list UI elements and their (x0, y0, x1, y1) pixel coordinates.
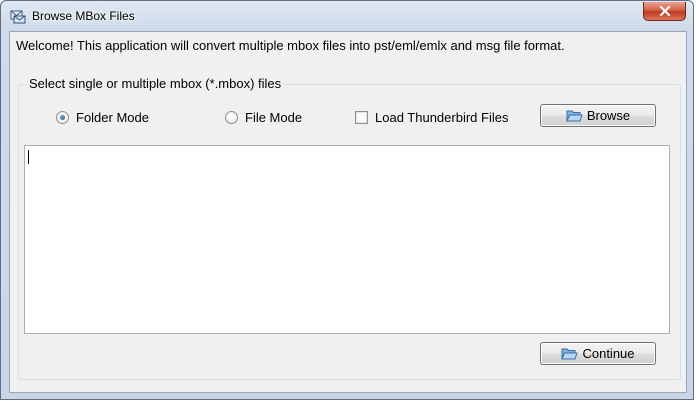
window-title: Browse MBox Files (32, 9, 135, 23)
close-icon (659, 6, 671, 16)
checkbox-unchecked-icon (355, 110, 368, 124)
radio-checked-icon (56, 110, 69, 124)
dialog-body: Welcome! This application will convert m… (9, 31, 687, 393)
browse-button[interactable]: Browse (540, 104, 656, 127)
load-thunderbird-label: Load Thunderbird Files (375, 109, 509, 125)
close-button[interactable] (643, 2, 686, 21)
folder-icon (566, 110, 583, 121)
file-mode-label: File Mode (245, 109, 303, 125)
folder-icon (561, 348, 579, 359)
browse-label: Browse (586, 108, 631, 123)
continue-label: Continue (582, 346, 635, 361)
load-thunderbird-checkbox[interactable]: Load Thunderbird Files (355, 108, 508, 126)
text-caret (28, 150, 29, 164)
file-mode-radio[interactable]: File Mode (225, 108, 302, 126)
continue-button[interactable]: Continue (540, 342, 656, 365)
group-legend: Select single or multiple mbox (*.mbox) … (26, 76, 285, 91)
radio-unchecked-icon (225, 110, 238, 124)
mbox-app-icon (10, 8, 26, 24)
folder-mode-label: Folder Mode (76, 109, 149, 125)
title-bar[interactable]: Browse MBox Files (1, 1, 693, 31)
welcome-message: Welcome! This application will convert m… (16, 38, 565, 53)
browse-mbox-window: Browse MBox Files Welcome! This applicat… (0, 0, 694, 400)
folder-mode-radio[interactable]: Folder Mode (56, 108, 149, 126)
file-list-textbox[interactable] (24, 145, 670, 334)
